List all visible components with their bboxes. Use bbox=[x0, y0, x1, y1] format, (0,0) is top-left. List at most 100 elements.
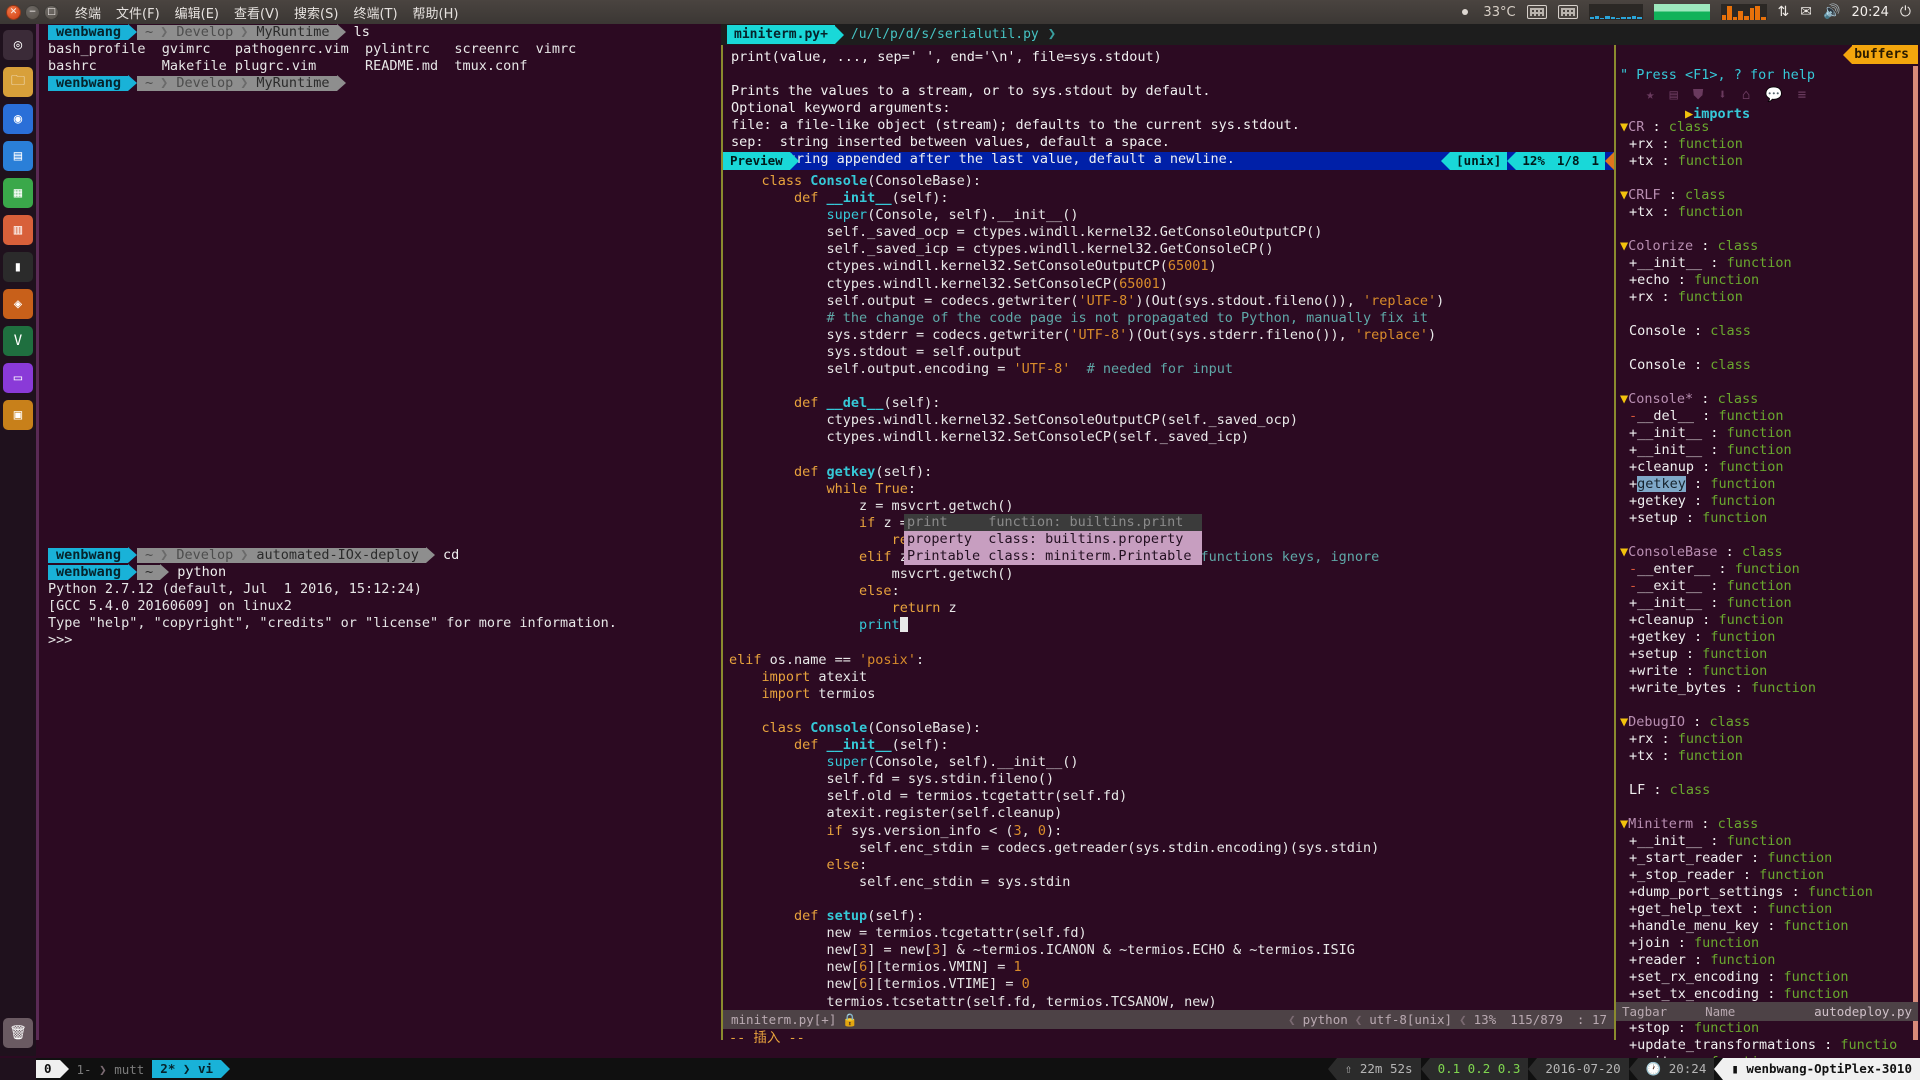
temperature-label[interactable]: 33°C bbox=[1483, 5, 1515, 20]
buffers-badge[interactable]: buffers bbox=[1843, 45, 1918, 64]
launcher-ubuntu-dash-icon[interactable]: ◎ bbox=[3, 30, 33, 60]
tagbar-class-row[interactable]: LF : class bbox=[1616, 782, 1918, 799]
tagbar-member-row[interactable]: +tx : function bbox=[1616, 748, 1918, 765]
launcher-software-center-icon[interactable]: ◈ bbox=[3, 289, 33, 319]
fold-arrow-icon[interactable]: ▼ bbox=[1620, 816, 1628, 832]
tagbar-member-row[interactable]: +_stop_reader : function bbox=[1616, 867, 1918, 884]
tagbar-class-row[interactable]: ▼DebugIO : class bbox=[1616, 714, 1918, 731]
network-graph-indicator[interactable] bbox=[1654, 4, 1710, 20]
launcher-trash-icon[interactable]: 🗑 bbox=[3, 1018, 33, 1048]
launcher-firefox-icon[interactable]: ◉ bbox=[3, 104, 33, 134]
vim-tab-active[interactable]: miniterm.py+ bbox=[727, 25, 844, 44]
calendar-icon[interactable] bbox=[1558, 5, 1578, 19]
tagbar-class-row[interactable]: ▼CR : class bbox=[1616, 119, 1918, 136]
launcher-impress-icon[interactable]: ▥ bbox=[3, 215, 33, 245]
menu-item-terminal-app[interactable]: 终端 bbox=[75, 3, 101, 22]
completion-popup[interactable]: print function: builtins.printproperty c… bbox=[904, 514, 1202, 565]
tagbar-member-row[interactable]: +echo : function bbox=[1616, 272, 1918, 289]
launcher-writer-icon[interactable]: ▤ bbox=[3, 141, 33, 171]
menu-item-edit[interactable]: 编辑(E) bbox=[175, 3, 219, 22]
tagbar-member-row[interactable]: +tx : function bbox=[1616, 153, 1918, 170]
launcher-calc-icon[interactable]: ▦ bbox=[3, 178, 33, 208]
tagbar-member-row[interactable]: +write : function bbox=[1616, 663, 1918, 680]
tagbar-class-row[interactable]: ▼Colorize : class bbox=[1616, 238, 1918, 255]
menu-item-file[interactable]: 文件(F) bbox=[116, 3, 160, 22]
tagbar-member-row[interactable]: +get_help_text : function bbox=[1616, 901, 1918, 918]
launcher-archive-icon[interactable]: ▣ bbox=[3, 400, 33, 430]
tmux-window-vi[interactable]: 2* ❯ vi bbox=[152, 1060, 221, 1078]
vim-tab-inactive[interactable]: /u/l/p/d/s/serialutil.py ❯ bbox=[844, 25, 1058, 44]
minimize-button[interactable]: − bbox=[25, 5, 40, 20]
launcher-editor-icon[interactable]: ▭ bbox=[3, 363, 33, 393]
menu-item-terminal[interactable]: 终端(T) bbox=[353, 3, 397, 22]
clock-label[interactable]: 20:24 bbox=[1851, 5, 1888, 20]
tagbar-member-row[interactable]: +__init__ : function bbox=[1616, 255, 1918, 272]
tagbar-class-row[interactable]: ▼ConsoleBase : class bbox=[1616, 544, 1918, 561]
gvim-window[interactable]: miniterm.py+ /u/l/p/d/s/serialutil.py ❯ … bbox=[721, 24, 1920, 1040]
audio-graph-indicator[interactable] bbox=[1721, 4, 1767, 20]
close-button[interactable]: ✕ bbox=[6, 5, 21, 20]
launcher-terminal-icon[interactable]: ▮ bbox=[3, 252, 33, 282]
tagbar-member-row[interactable]: +__init__ : function bbox=[1616, 425, 1918, 442]
tmux-session-label[interactable]: 0 bbox=[36, 1060, 60, 1078]
tagbar-member-row[interactable]: -__del__ : function bbox=[1616, 408, 1918, 425]
tagbar-member-row[interactable]: +set_tx_encoding : function bbox=[1616, 986, 1918, 1003]
tagbar-member-row[interactable]: +write_bytes : function bbox=[1616, 680, 1918, 697]
tagbar-member-row[interactable]: -__exit__ : function bbox=[1616, 578, 1918, 595]
keyboard-icon[interactable] bbox=[1527, 5, 1547, 19]
tagbar-member-row[interactable]: +cleanup : function bbox=[1616, 612, 1918, 629]
tagbar-member-row[interactable]: +setup : function bbox=[1616, 646, 1918, 663]
tagbar-entries[interactable]: ▼CR : class+rx : function+tx : function … bbox=[1616, 119, 1918, 1071]
tagbar-member-row[interactable]: +reader : function bbox=[1616, 952, 1918, 969]
fold-arrow-icon[interactable]: ▼ bbox=[1620, 391, 1628, 407]
tagbar-member-row[interactable]: +cleanup : function bbox=[1616, 459, 1918, 476]
mail-icon[interactable]: ✉ bbox=[1800, 4, 1812, 20]
tagbar-member-row[interactable]: -__enter__ : function bbox=[1616, 561, 1918, 578]
tagbar-panel[interactable]: buffers " Press <F1>, ? for help ★ ▤ ⛊ ⬇… bbox=[1614, 45, 1918, 1040]
power-icon[interactable]: ⏻ bbox=[1900, 4, 1911, 20]
launcher-gvim-icon[interactable]: V bbox=[3, 326, 33, 356]
tagbar-member-row[interactable]: +rx : function bbox=[1616, 289, 1918, 306]
completion-item[interactable]: print function: builtins.print bbox=[904, 514, 1202, 531]
tagbar-member-row[interactable]: +getkey : function bbox=[1616, 476, 1918, 493]
tagbar-class-row[interactable]: ▼CRLF : class bbox=[1616, 187, 1918, 204]
tmux-window-mutt[interactable]: 1- ❯ mutt bbox=[69, 1062, 153, 1077]
tagbar-class-row[interactable]: Console : class bbox=[1616, 357, 1918, 374]
tagbar-member-row[interactable]: +dump_port_settings : function bbox=[1616, 884, 1918, 901]
tagbar-member-row[interactable]: +__init__ : function bbox=[1616, 442, 1918, 459]
completion-item[interactable]: Printable class: miniterm.Printable bbox=[904, 548, 1202, 565]
launcher-files-icon[interactable]: 🗀 bbox=[3, 67, 33, 97]
network-updown-icon[interactable]: ⇅ bbox=[1778, 4, 1790, 20]
cpu-graph-indicator[interactable] bbox=[1589, 4, 1643, 20]
tagbar-member-row[interactable]: +getkey : function bbox=[1616, 629, 1918, 646]
menu-item-search[interactable]: 搜索(S) bbox=[294, 3, 338, 22]
fold-arrow-icon[interactable]: ▼ bbox=[1620, 119, 1628, 135]
tagbar-member-row[interactable]: +getkey : function bbox=[1616, 493, 1918, 510]
completion-item[interactable]: property class: builtins.property bbox=[904, 531, 1202, 548]
tagbar-member-row[interactable]: +__init__ : function bbox=[1616, 595, 1918, 612]
fold-arrow-icon[interactable]: ▼ bbox=[1620, 544, 1628, 560]
vim-code-buffer[interactable]: class Console(ConsoleBase): def __init__… bbox=[723, 170, 1614, 1010]
maximize-button[interactable]: □ bbox=[44, 5, 59, 20]
tagbar-member-row[interactable]: +__init__ : function bbox=[1616, 833, 1918, 850]
menu-item-help[interactable]: 帮助(H) bbox=[413, 3, 459, 22]
tagbar-class-row[interactable]: Console : class bbox=[1616, 323, 1918, 340]
tagbar-member-row[interactable]: +setup : function bbox=[1616, 510, 1918, 527]
tagbar-class-row[interactable]: ▼Console* : class bbox=[1616, 391, 1918, 408]
tagbar-member-row[interactable]: +_start_reader : function bbox=[1616, 850, 1918, 867]
fold-arrow-icon[interactable]: ▼ bbox=[1620, 238, 1628, 254]
tagbar-imports-row[interactable]: ▶imports bbox=[1616, 89, 1918, 106]
tagbar-member-row[interactable]: +update_transformations : functio bbox=[1616, 1037, 1918, 1054]
tagbar-scrollbar[interactable] bbox=[1913, 66, 1918, 1040]
tagbar-member-row[interactable]: +stop : function bbox=[1616, 1020, 1918, 1037]
volume-icon[interactable]: 🔊 bbox=[1823, 4, 1840, 20]
tagbar-member-row[interactable]: +set_rx_encoding : function bbox=[1616, 969, 1918, 986]
menu-item-view[interactable]: 查看(V) bbox=[234, 3, 279, 22]
tagbar-class-row[interactable]: ▼Miniterm : class bbox=[1616, 816, 1918, 833]
fold-arrow-icon[interactable]: ▼ bbox=[1620, 714, 1628, 730]
tagbar-member-row[interactable]: +handle_menu_key : function bbox=[1616, 918, 1918, 935]
tagbar-member-row[interactable]: +tx : function bbox=[1616, 204, 1918, 221]
fold-arrow-icon[interactable]: ▼ bbox=[1620, 187, 1628, 203]
terminal-window[interactable]: wenbwang~❯Develop❯MyRuntime lsbash_profi… bbox=[36, 24, 721, 1040]
tagbar-member-row[interactable]: +rx : function bbox=[1616, 136, 1918, 153]
